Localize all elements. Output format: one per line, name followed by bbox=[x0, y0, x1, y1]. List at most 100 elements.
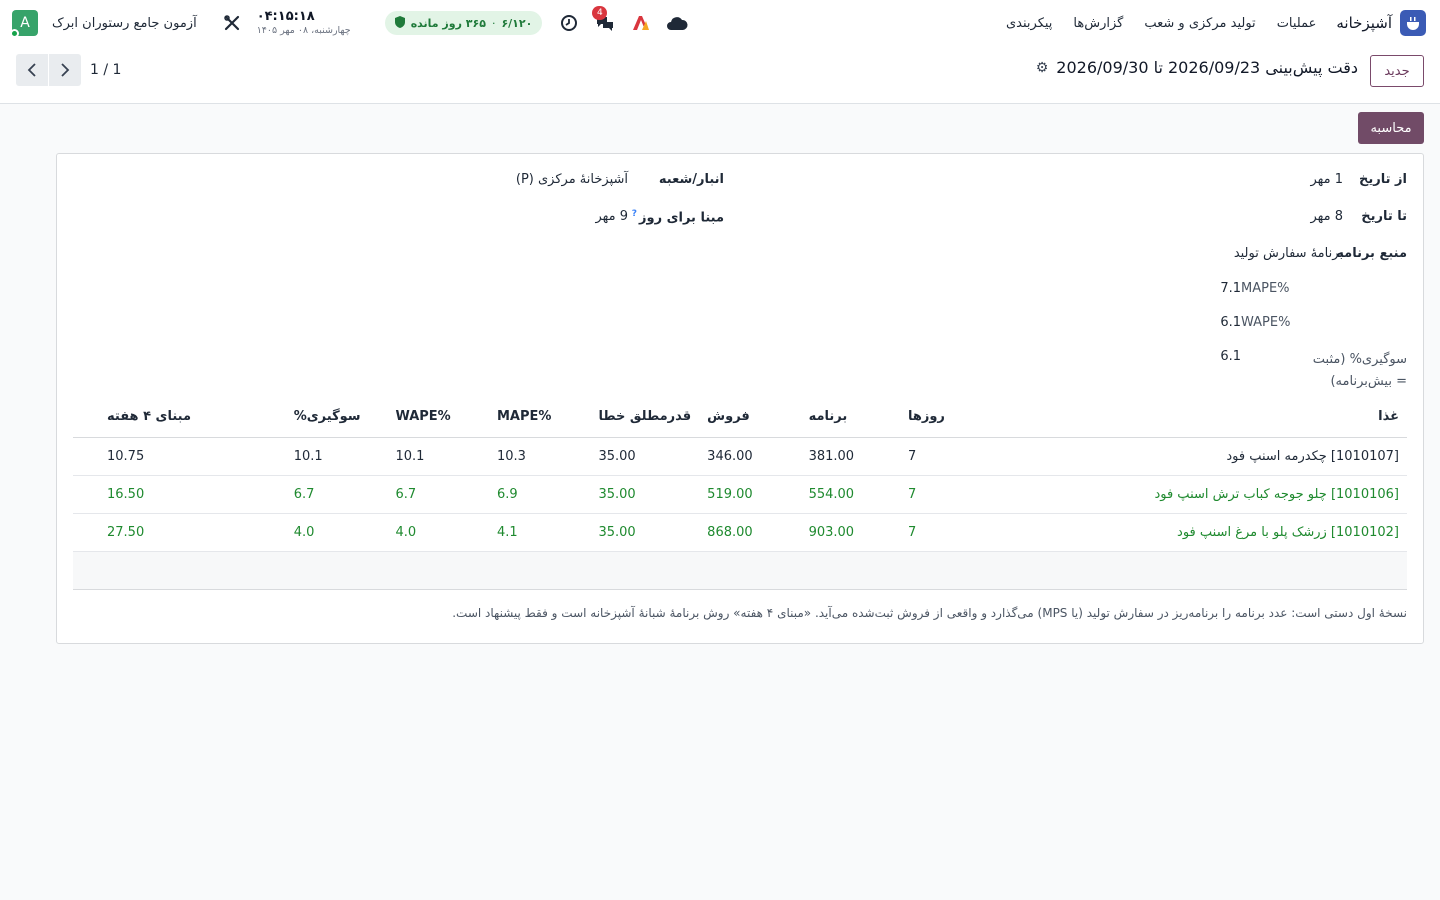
kitchen-app-icon[interactable] bbox=[1400, 10, 1426, 36]
accuracy-lines-table: غذا روزها برنامه فروش قدرمطلق خطا MAPE% … bbox=[73, 397, 1407, 590]
col-days[interactable]: روزها bbox=[899, 397, 980, 438]
to-date-value[interactable]: 8 مهر bbox=[1310, 209, 1343, 224]
license-days-left: ۳۶۵ روز مانده bbox=[410, 16, 486, 30]
navbar-left: A آزمون جامع رستوران ابرک ۰۴:۱۵:۱۸ چهارش… bbox=[10, 6, 702, 38]
chat-icon[interactable]: 4 bbox=[592, 6, 616, 34]
license-date: ۶/۱۲۰ bbox=[501, 16, 533, 30]
cloud-icon[interactable] bbox=[666, 12, 688, 34]
menu-central-production[interactable]: تولید مرکزی و شعب bbox=[1144, 16, 1255, 31]
cell-wape: 10.1 bbox=[387, 437, 489, 476]
base-day-field: مبنا برای روز? 9 مهر bbox=[595, 209, 724, 225]
cell-abs-error: 35.00 bbox=[590, 513, 700, 552]
cell-food: [1010106] چلو جوجه کباب ترش اسنپ فود bbox=[979, 475, 1407, 514]
clock-widget: ۰۴:۱۵:۱۸ چهارشنبه، ۰۸ مهر ۱۴۰۵ bbox=[257, 9, 351, 38]
cell-bias: 6.7 bbox=[285, 475, 388, 514]
wape-field: WAPE% 6.1 bbox=[1220, 315, 1407, 330]
cell-wape: 4.0 bbox=[387, 513, 489, 552]
clock-icon[interactable] bbox=[558, 12, 580, 34]
bias-label: سوگیری% (مثبت = بیش‌برنامه) bbox=[1312, 352, 1407, 389]
cell-food: [1010107] چکدرمه اسنپ فود bbox=[979, 437, 1407, 476]
col-plan[interactable]: برنامه bbox=[800, 397, 900, 438]
plan-source-label: منبع برنامه bbox=[1336, 246, 1407, 261]
pager-next-button[interactable] bbox=[49, 54, 81, 86]
cell-base-4w: 10.75 bbox=[73, 437, 286, 476]
cell-wape: 6.7 bbox=[387, 475, 489, 514]
help-icon[interactable]: ? bbox=[632, 209, 637, 219]
license-separator: · bbox=[491, 16, 496, 30]
app-name[interactable]: آشپزخانه bbox=[1336, 14, 1392, 32]
breadcrumb: دقت پیش‌بینی 2026/09/23 تا 2026/09/30 ⚙ bbox=[1036, 58, 1358, 77]
table-empty-row bbox=[73, 551, 1407, 590]
cell-mape: 10.3 bbox=[488, 437, 591, 476]
cell-mape: 6.9 bbox=[488, 475, 591, 514]
table-row[interactable]: [1010107] چکدرمه اسنپ فود 7 381.00 346.0… bbox=[73, 437, 1407, 476]
gear-icon[interactable]: ⚙ bbox=[1036, 60, 1049, 76]
record-title: دقت پیش‌بینی 2026/09/23 تا 2026/09/30 bbox=[1056, 58, 1358, 77]
col-base-4w[interactable]: مبنای ۴ هفته bbox=[73, 397, 286, 438]
empty-cell bbox=[73, 551, 1407, 590]
shield-icon bbox=[394, 15, 405, 31]
cell-days: 7 bbox=[899, 475, 980, 514]
cell-food: [1010102] زرشک پلو با مرغ اسنپ فود bbox=[979, 513, 1407, 552]
cell-days: 7 bbox=[899, 513, 980, 552]
mape-value: 7.1 bbox=[1220, 281, 1241, 296]
cell-sales: 868.00 bbox=[699, 513, 801, 552]
bias-field: سوگیری% (مثبت = بیش‌برنامه) 6.1 bbox=[1220, 349, 1407, 393]
col-bias[interactable]: سوگیری% bbox=[285, 397, 388, 438]
mape-label: MAPE% bbox=[1241, 281, 1290, 296]
col-wape[interactable]: WAPE% bbox=[387, 397, 489, 438]
license-badge[interactable]: ۶/۱۲۰ · ۳۶۵ روز مانده bbox=[384, 11, 543, 35]
top-navbar: آشپزخانه عملیات تولید مرکزی و شعب گزارش‌… bbox=[0, 0, 1440, 46]
clock-time: ۰۴:۱۵:۱۸ bbox=[256, 8, 315, 24]
table-row[interactable]: [1010102] زرشک پلو با مرغ اسنپ فود 7 903… bbox=[73, 513, 1407, 552]
cell-base-4w: 27.50 bbox=[73, 513, 286, 552]
cell-sales: 519.00 bbox=[699, 475, 801, 514]
avatar-letter: A bbox=[20, 15, 30, 31]
mape-field: MAPE% 7.1 bbox=[1220, 281, 1407, 296]
cell-sales: 346.00 bbox=[699, 437, 801, 476]
cell-plan: 903.00 bbox=[800, 513, 900, 552]
new-button[interactable]: جدید bbox=[1370, 55, 1424, 87]
user-avatar[interactable]: A bbox=[10, 10, 38, 38]
pager-previous-button[interactable] bbox=[16, 54, 48, 86]
compute-button[interactable]: محاسبه bbox=[1358, 112, 1424, 144]
cell-bias: 10.1 bbox=[285, 437, 388, 476]
cell-bias: 4.0 bbox=[285, 513, 388, 552]
col-mape[interactable]: MAPE% bbox=[488, 397, 591, 438]
base-day-label: مبنا برای روز? bbox=[628, 209, 724, 225]
online-status-dot bbox=[10, 29, 19, 38]
form-sheet: از تاریخ 1 مهر تا تاریخ 8 مهر منبع برنام… bbox=[56, 153, 1424, 644]
tools-icon[interactable] bbox=[221, 12, 243, 34]
plan-source-value[interactable]: برنامهٔ سفارش تولید bbox=[1234, 246, 1343, 261]
cell-plan: 554.00 bbox=[800, 475, 900, 514]
company-switcher[interactable]: آزمون جامع رستوران ابرک bbox=[52, 16, 197, 31]
cell-plan: 381.00 bbox=[800, 437, 900, 476]
col-abs-error[interactable]: قدرمطلق خطا bbox=[590, 397, 700, 438]
warehouse-label: انبار/شعبه bbox=[658, 172, 724, 187]
pager-value[interactable]: 1 / 1 bbox=[90, 62, 121, 78]
plan-source-field: منبع برنامه برنامهٔ سفارش تولید bbox=[1234, 246, 1407, 261]
ai-logo-icon[interactable] bbox=[630, 12, 652, 34]
cell-abs-error: 35.00 bbox=[590, 475, 700, 514]
base-day-value[interactable]: 9 مهر bbox=[595, 209, 628, 224]
table-header-row: غذا روزها برنامه فروش قدرمطلق خطا MAPE% … bbox=[73, 397, 1407, 438]
menu-operations[interactable]: عملیات bbox=[1277, 16, 1317, 31]
menu-configuration[interactable]: پیکربندی bbox=[1006, 16, 1052, 31]
to-date-label: تا تاریخ bbox=[1361, 209, 1407, 224]
wape-value: 6.1 bbox=[1220, 315, 1241, 330]
warehouse-value[interactable]: آشپزخانهٔ مرکزی (P) bbox=[516, 172, 628, 187]
table-row[interactable]: [1010106] چلو جوجه کباب ترش اسنپ فود 7 5… bbox=[73, 475, 1407, 514]
bias-value: 6.1 bbox=[1220, 349, 1241, 364]
col-sales[interactable]: فروش bbox=[699, 397, 801, 438]
clock-date: چهارشنبه، ۰۸ مهر ۱۴۰۵ bbox=[256, 24, 351, 36]
pager: 1 / 1 bbox=[16, 54, 121, 86]
wape-label: WAPE% bbox=[1241, 315, 1291, 330]
col-food[interactable]: غذا bbox=[979, 397, 1407, 438]
cell-base-4w: 16.50 bbox=[73, 475, 286, 514]
control-panel: جدید دقت پیش‌بینی 2026/09/23 تا 2026/09/… bbox=[0, 46, 1440, 104]
menu-reports[interactable]: گزارش‌ها bbox=[1073, 16, 1123, 31]
cell-abs-error: 35.00 bbox=[590, 437, 700, 476]
from-date-value[interactable]: 1 مهر bbox=[1310, 172, 1343, 187]
help-note: نسخهٔ اول دستی است: عدد برنامه را برنامه… bbox=[452, 606, 1407, 620]
cell-mape: 4.1 bbox=[488, 513, 591, 552]
